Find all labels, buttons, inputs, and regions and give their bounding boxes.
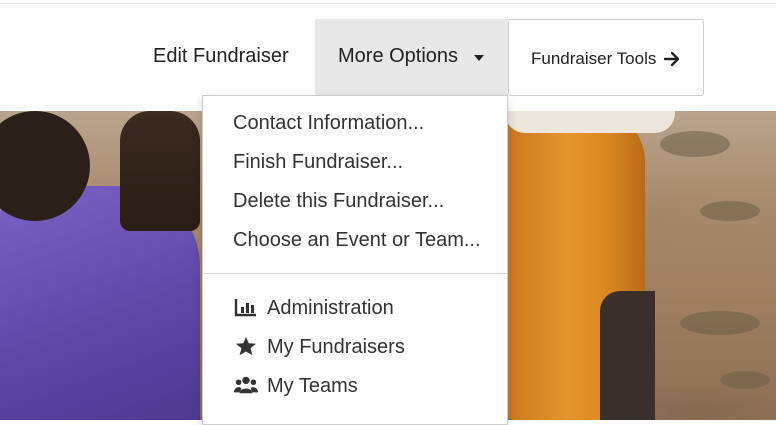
more-options-label: More Options <box>338 45 459 67</box>
bar-chart-icon <box>234 299 256 317</box>
my-fundraisers-label: My Fundraisers <box>267 336 405 358</box>
menu-divider <box>203 273 507 274</box>
menu-item-finish-fundraiser[interactable]: Finish Fundraiser... <box>233 151 403 174</box>
star-icon <box>236 336 256 356</box>
administration-label: Administration <box>267 297 394 319</box>
top-divider <box>0 3 776 4</box>
edit-fundraiser-link[interactable]: Edit Fundraiser <box>153 45 289 68</box>
menu-item-choose-event-or-team[interactable]: Choose an Event or Team... <box>233 229 481 252</box>
person-arm <box>120 111 200 231</box>
more-options-dropdown-toggle[interactable]: More Options <box>315 19 508 96</box>
users-icon <box>234 376 258 394</box>
menu-item-delete-fundraiser[interactable]: Delete this Fundraiser... <box>233 190 444 213</box>
arrow-right-icon <box>663 51 680 67</box>
caret-down-icon <box>474 55 484 61</box>
person-white-bundle <box>505 111 675 133</box>
more-options-menu: Contact Information... Finish Fundraiser… <box>202 95 508 425</box>
fundraiser-tools-label: Fundraiser Tools <box>531 49 657 68</box>
fundraiser-tools-button[interactable]: Fundraiser Tools <box>508 19 704 96</box>
menu-item-contact-information[interactable]: Contact Information... <box>233 112 424 135</box>
person-dark-garment <box>600 291 655 420</box>
my-teams-label: My Teams <box>267 375 358 397</box>
